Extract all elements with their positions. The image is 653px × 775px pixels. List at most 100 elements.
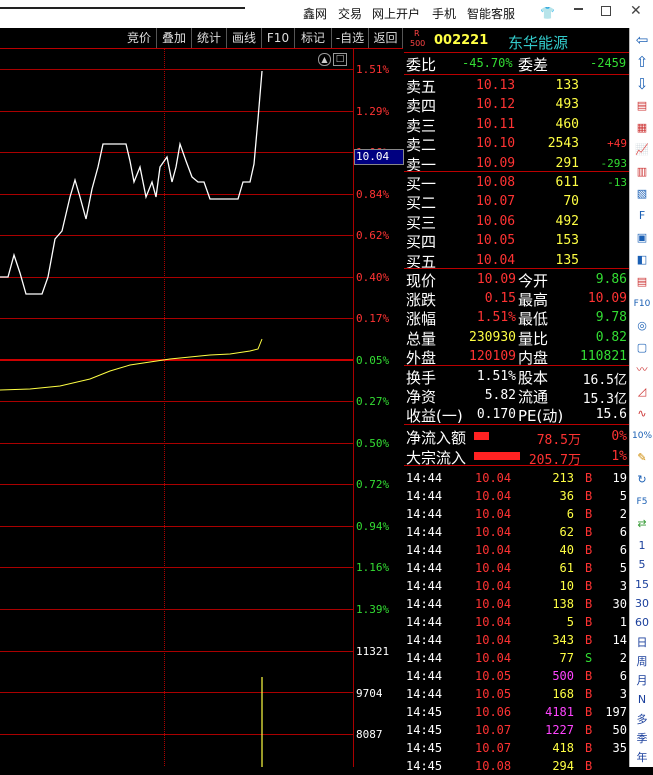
tab-back[interactable]: 返回 <box>369 28 403 48</box>
period-button[interactable]: 多 <box>632 710 652 730</box>
trade-price: 10.04 <box>475 633 512 647</box>
trade-row[interactable]: 14:44 10.05 168 B 3 <box>404 685 629 703</box>
trade-time: 14:44 <box>406 687 443 701</box>
period-button[interactable]: 15 <box>632 575 652 595</box>
arrow-up-icon[interactable]: ⇧ <box>632 52 652 72</box>
trade-side: B <box>585 687 593 701</box>
asks-price: 10.09 <box>476 155 516 171</box>
minimize-icon[interactable] <box>574 8 583 10</box>
trade-row[interactable]: 14:45 10.08 294 B <box>404 757 629 775</box>
period-button[interactable]: 日 <box>632 633 652 653</box>
axis-label-pct: 0.27% <box>356 395 390 408</box>
period-button[interactable]: 周 <box>632 652 652 672</box>
tab-f10[interactable]: F10 <box>262 28 295 48</box>
trade-price: 10.04 <box>475 561 512 575</box>
period-button[interactable]: 季 <box>632 729 652 749</box>
tab-mark[interactable]: 标记 <box>295 28 332 48</box>
percent-icon[interactable]: 10% <box>632 426 652 446</box>
quote-value: 1.51% <box>476 310 516 326</box>
info-icon[interactable]: ◧ <box>632 250 652 270</box>
trade-row[interactable]: 14:44 10.04 40 B 6 <box>404 541 629 559</box>
trade-row[interactable]: 14:44 10.04 6 B 2 <box>404 505 629 523</box>
axis-label-pct: 1.29% <box>356 105 390 118</box>
f10-icon[interactable]: F <box>632 206 652 226</box>
trade-row[interactable]: 14:44 10.04 36 B 5 <box>404 487 629 505</box>
collapse-icon[interactable]: ▲ <box>318 53 331 66</box>
tab-auction[interactable]: 竞价 <box>122 28 157 48</box>
trade-row[interactable]: 14:44 10.04 10 B 3 <box>404 577 629 595</box>
candle-chart-icon[interactable]: ▥ <box>632 162 652 182</box>
quote-row: 现价 10.09 今开 9.86 <box>404 270 629 290</box>
period-button[interactable]: 30 <box>632 594 652 614</box>
arrow-down-icon[interactable]: ⇩ <box>632 74 652 94</box>
trend-icon[interactable]: 〰 <box>632 360 652 380</box>
f10-quick-icon[interactable]: F10 <box>632 294 652 314</box>
trade-row[interactable]: 14:45 10.07 418 B 35 <box>404 739 629 757</box>
swap-icon[interactable]: ⇄ <box>632 514 652 534</box>
area-chart-icon[interactable]: ◿ <box>632 382 652 402</box>
tab-statistics[interactable]: 统计 <box>192 28 227 48</box>
bids-price: 10.06 <box>476 213 516 229</box>
stock-code: 002221 <box>434 33 489 48</box>
trade-row[interactable]: 14:44 10.05 500 B 6 <box>404 667 629 685</box>
quote-label: 涨跌 <box>406 291 437 310</box>
trade-row[interactable]: 14:44 10.04 61 B 5 <box>404 559 629 577</box>
period-button[interactable]: 月 <box>632 671 652 691</box>
trade-count: 1 <box>619 615 627 629</box>
trade-time: 14:44 <box>406 507 443 521</box>
trade-row[interactable]: 14:45 10.06 4181 B 197 <box>404 703 629 721</box>
trade-price: 10.04 <box>475 615 512 629</box>
period-button[interactable]: 年 <box>632 748 652 768</box>
quote-panel: R 500 002221 东华能源 委比 -45.70% 委差 -2459 卖五… <box>404 28 629 773</box>
trade-count: 3 <box>619 687 627 701</box>
menu-trade[interactable]: 交易 <box>338 5 362 22</box>
trade-row[interactable]: 14:44 10.04 62 B 6 <box>404 523 629 541</box>
intraday-chart[interactable]: ▲ □ 1.51% 1.29% 1.06% 0.84% 0.62% 0.40% … <box>0 49 404 767</box>
menu-open-account[interactable]: 网上开户 <box>372 5 420 22</box>
asks-volume: 133 <box>555 78 579 93</box>
period-button[interactable]: 1 <box>632 536 652 556</box>
trade-price: 10.08 <box>475 759 512 773</box>
finance-value: 5.82 <box>484 388 516 404</box>
menu-mobile[interactable]: 手机 <box>432 5 456 22</box>
trade-row[interactable]: 14:44 10.04 138 B 30 <box>404 595 629 613</box>
restore-icon[interactable] <box>601 6 611 16</box>
trade-volume: 61 <box>559 561 574 575</box>
period-button[interactable]: 5 <box>632 555 652 575</box>
trade-count: 3 <box>619 579 627 593</box>
tab-overlay[interactable]: 叠加 <box>157 28 192 48</box>
expand-icon[interactable]: □ <box>333 53 347 66</box>
trade-row[interactable]: 14:45 10.07 1227 B 50 <box>404 721 629 739</box>
f5-icon[interactable]: F5 <box>632 492 652 512</box>
refresh-icon[interactable]: ↻ <box>632 470 652 490</box>
trade-row[interactable]: 14:44 10.04 343 B 14 <box>404 631 629 649</box>
quote-row: 外盘 120109 内盘 110821 <box>404 347 629 367</box>
shirt-icon[interactable]: 👕 <box>540 6 555 20</box>
trade-side: B <box>585 615 593 629</box>
tab-remove-watchlist[interactable]: -自选 <box>332 28 369 48</box>
line-chart-icon[interactable]: 📈 <box>632 140 652 160</box>
period-button[interactable]: N <box>632 690 652 710</box>
right-toolbar: ⇦ ⇧ ⇩ ▤ ▦ 📈 ▥ ▧ F ▣ ◧ ▤ F10 ◎ ▢ 〰 ◿ ∿ 10… <box>629 28 653 767</box>
bids-volume: 492 <box>555 213 579 229</box>
trade-row[interactable]: 14:44 10.04 5 B 1 <box>404 613 629 631</box>
trade-count: 6 <box>619 543 627 557</box>
self-select-icon[interactable]: ▤ <box>632 272 652 292</box>
period-button[interactable]: 60 <box>632 613 652 633</box>
menu-xinwang[interactable]: 鑫网 <box>303 5 327 22</box>
tab-draw-line[interactable]: 画线 <box>227 28 262 48</box>
trade-row[interactable]: 14:44 10.04 77 S 2 <box>404 649 629 667</box>
trade-time: 14:44 <box>406 525 443 539</box>
arrow-left-icon[interactable]: ⇦ <box>632 30 652 50</box>
chart-grid-icon[interactable]: ▧ <box>632 184 652 204</box>
pencil-icon[interactable]: ✎ <box>632 448 652 468</box>
menu-customer-service[interactable]: 智能客服 <box>467 5 515 22</box>
box-icon[interactable]: ▢ <box>632 338 652 358</box>
wave-icon[interactable]: ∿ <box>632 404 652 424</box>
close-icon[interactable]: ✕ <box>630 3 642 19</box>
trade-row[interactable]: 14:44 10.04 213 B 19 <box>404 469 629 487</box>
report-icon[interactable]: ▤ <box>632 96 652 116</box>
news-icon[interactable]: ▣ <box>632 228 652 248</box>
circle-icon[interactable]: ◎ <box>632 316 652 336</box>
table-icon[interactable]: ▦ <box>632 118 652 138</box>
